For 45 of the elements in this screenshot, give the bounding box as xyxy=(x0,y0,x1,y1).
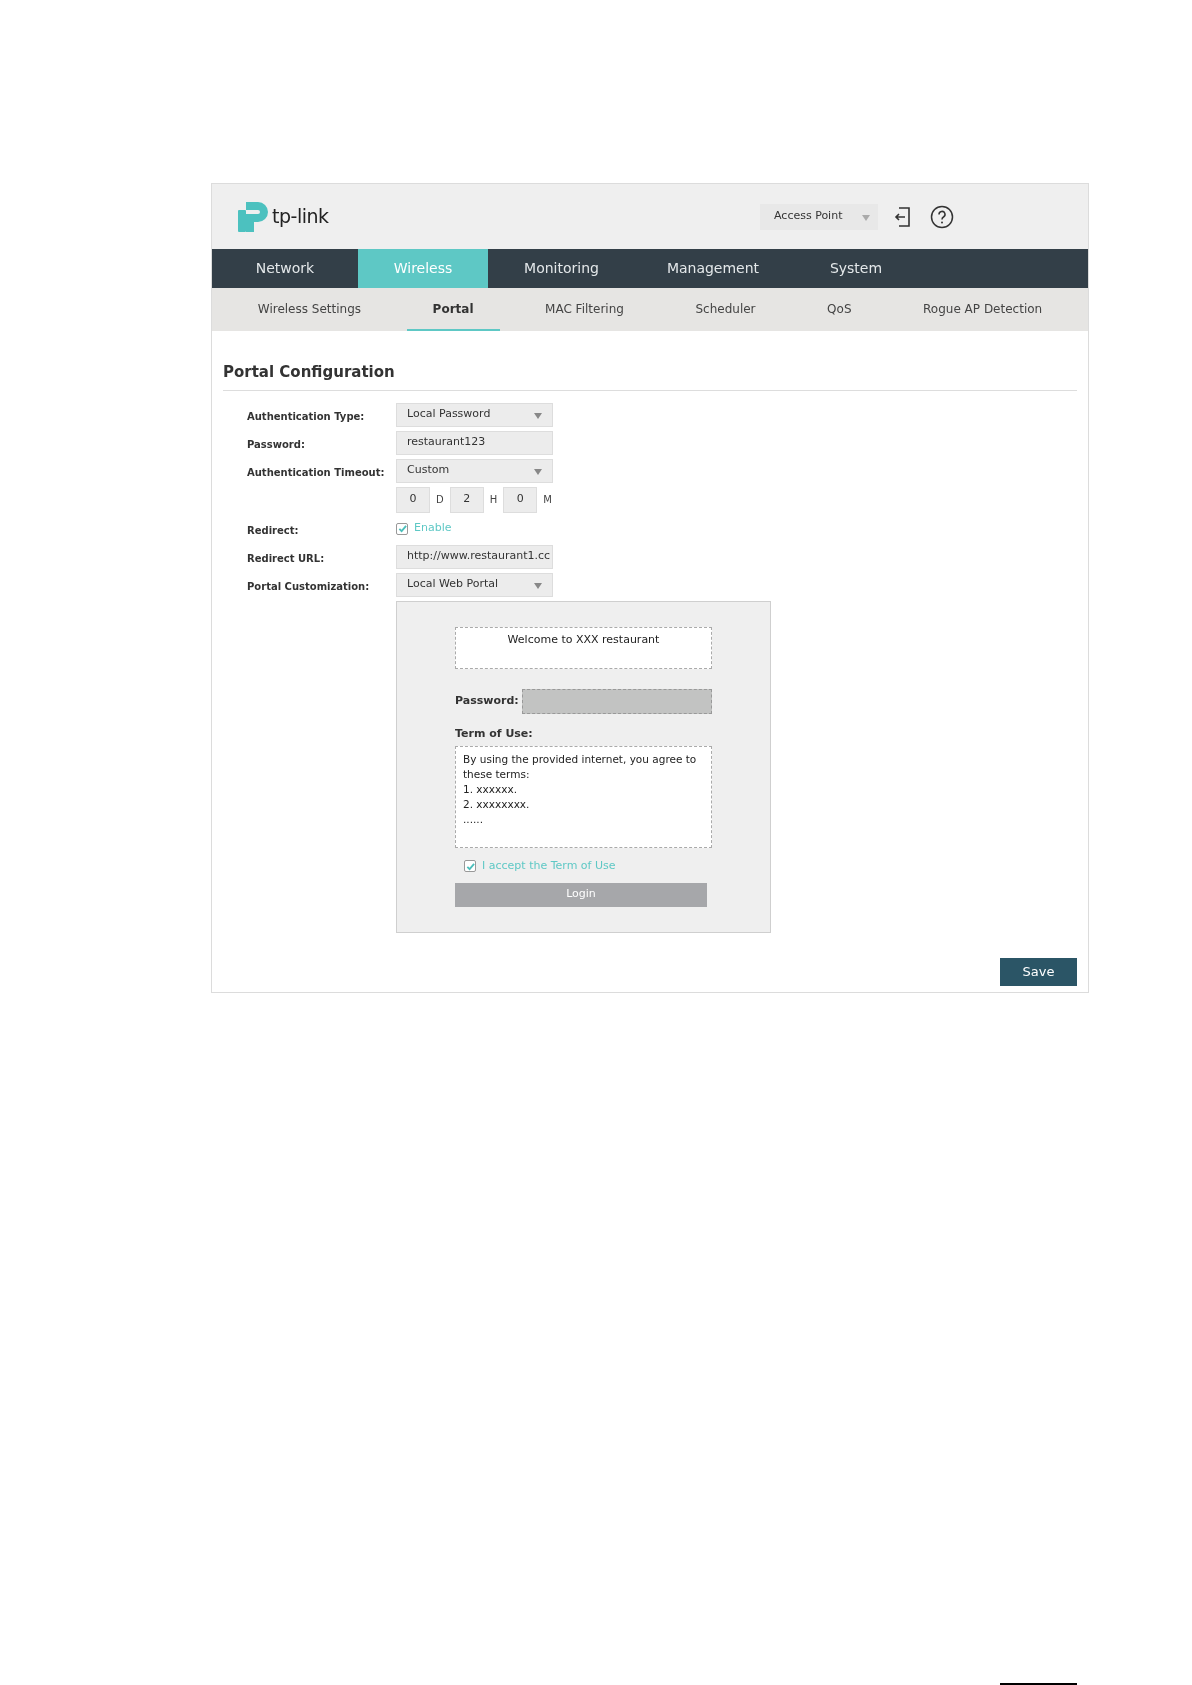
nav-tab[interactable]: Monitoring xyxy=(488,249,635,288)
input-field[interactable]: http://www.restaurant1.cc xyxy=(396,544,553,569)
subnav-tab[interactable]: Scheduler xyxy=(669,288,782,331)
subnav-tab[interactable]: Wireless Settings xyxy=(231,288,388,331)
unit-label: M xyxy=(543,493,552,507)
logout-icon[interactable] xyxy=(892,205,912,228)
input-field[interactable]: 0 xyxy=(503,486,538,513)
checkbox[interactable] xyxy=(464,860,476,873)
field-label: Portal Customization: xyxy=(247,580,370,592)
field-label: Authentication Type: xyxy=(247,410,365,422)
subnav-tab[interactable]: Portal xyxy=(406,288,500,331)
input-field[interactable]: 2 xyxy=(449,486,484,513)
field-label: Redirect URL: xyxy=(247,552,325,564)
input-field[interactable]: 0 xyxy=(396,486,430,513)
caret-icon xyxy=(534,468,542,475)
terms-box: By using the provided internet, you agree to these terms: 1. xxxxxx. 2. xxxxxxxx. ...... xyxy=(455,746,712,848)
field-label: Password: xyxy=(455,692,520,709)
dropdown[interactable]: Custom xyxy=(396,458,553,483)
dropdown[interactable]: Local Web Portal xyxy=(396,572,553,597)
caret-icon xyxy=(534,412,542,419)
mode-select[interactable]: Access Point xyxy=(760,203,878,230)
subnav-tab[interactable]: MAC Filtering xyxy=(519,288,650,331)
subnav-tab[interactable]: Rogue AP Detection xyxy=(897,288,1069,331)
subnav-tab[interactable]: QoS xyxy=(801,288,878,331)
field-label: Redirect: xyxy=(247,524,299,536)
nav-tab[interactable]: Management xyxy=(635,249,791,288)
input-field[interactable] xyxy=(522,688,712,714)
field-label: Password: xyxy=(247,438,305,450)
logo-text: tp-link xyxy=(272,204,329,230)
dropdown[interactable]: Local Password xyxy=(396,402,553,427)
field-label: Term of Use: xyxy=(455,725,534,742)
caret-icon xyxy=(534,582,542,589)
logo-icon xyxy=(236,199,270,234)
help-icon[interactable] xyxy=(930,204,954,229)
caret-icon xyxy=(862,214,870,221)
section-title: Portal Configuration xyxy=(223,361,1077,391)
save-button[interactable]: Save xyxy=(1000,957,1077,986)
checkbox[interactable] xyxy=(396,522,408,535)
nav-tab[interactable]: Network xyxy=(212,249,358,288)
input-field[interactable]: restaurant123 xyxy=(396,430,553,455)
unit-label: H xyxy=(489,493,498,507)
nav-tab[interactable]: System xyxy=(791,249,921,288)
welcome-box: Welcome to XXX restaurant xyxy=(455,626,712,669)
unit-label: D xyxy=(436,493,444,507)
field-label: Authentication Timeout: xyxy=(247,466,385,478)
